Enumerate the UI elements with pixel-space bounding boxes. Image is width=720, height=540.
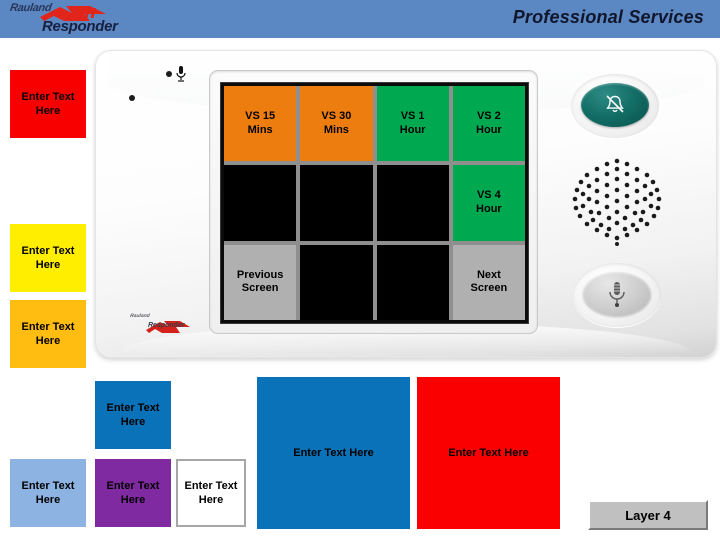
slide-canvas: Rauland Responder Professional Services …	[0, 0, 720, 540]
screen-bezel: VS 15 Mins VS 30 Mins VS 1 Hour VS 2 Hour VS…	[209, 70, 538, 334]
note-left-yellow[interactable]: Enter Text Here	[10, 224, 86, 292]
note-blue-small[interactable]: Enter Text Here	[95, 381, 171, 449]
screen-button-blank	[376, 244, 449, 320]
screen-button[interactable]: VS 30 Mins	[300, 86, 373, 162]
page-title: Professional Services	[512, 7, 704, 27]
logo-responder-text: Responder	[42, 18, 118, 35]
note-lightblue[interactable]: Enter Text Here	[10, 459, 86, 527]
header-band: Rauland Responder Professional Services	[0, 0, 720, 38]
logo-rauland-text: Rauland	[9, 2, 53, 14]
screen-button[interactable]: VS 4 Hour	[452, 165, 525, 241]
talk-button-face[interactable]	[583, 272, 651, 316]
status-led-lower	[129, 95, 135, 101]
note-big-blue[interactable]: Enter Text Here	[257, 377, 410, 529]
screen-button[interactable]: Next Screen	[452, 244, 525, 320]
button-grid: VS 15 Mins VS 30 Mins VS 1 Hour VS 2 Hour VS…	[224, 86, 525, 320]
screen-button-blank	[224, 165, 297, 241]
note-white[interactable]: Enter Text Here	[176, 459, 246, 527]
mute-button[interactable]	[571, 74, 659, 138]
layer-badge[interactable]: Layer 4	[588, 500, 708, 530]
microphone-icon	[609, 282, 625, 307]
device-logo-rauland-text: Rauland	[129, 313, 151, 319]
mute-button-face[interactable]	[581, 83, 649, 127]
screen-button-blank	[376, 165, 449, 241]
device-logo-responder-text: Responder	[148, 322, 185, 329]
touchscreen: VS 15 Mins VS 30 Mins VS 1 Hour VS 2 Hour VS…	[220, 82, 529, 324]
note-purple[interactable]: Enter Text Here	[95, 459, 171, 527]
screen-button[interactable]: Previous Screen	[224, 244, 297, 320]
note-left-red[interactable]: Enter Text Here	[10, 70, 86, 138]
status-led-upper	[166, 71, 172, 77]
screen-button[interactable]: VS 15 Mins	[224, 86, 297, 162]
screen-button-blank	[300, 165, 373, 241]
device-brand-logo: Rauland Responder	[128, 313, 208, 339]
bell-off-icon	[606, 95, 624, 113]
screen-button-blank	[300, 244, 373, 320]
talk-button[interactable]	[573, 263, 661, 327]
speaker-grille-icon	[572, 158, 662, 246]
responder-device: VS 15 Mins VS 30 Mins VS 1 Hour VS 2 Hour VS…	[95, 50, 717, 358]
rauland-responder-logo: Rauland Responder	[6, 2, 156, 38]
note-big-red[interactable]: Enter Text Here	[417, 377, 560, 529]
screen-button[interactable]: VS 1 Hour	[376, 86, 449, 162]
note-left-amber[interactable]: Enter Text Here	[10, 300, 86, 368]
microphone-icon	[176, 66, 186, 82]
screen-button[interactable]: VS 2 Hour	[452, 86, 525, 162]
